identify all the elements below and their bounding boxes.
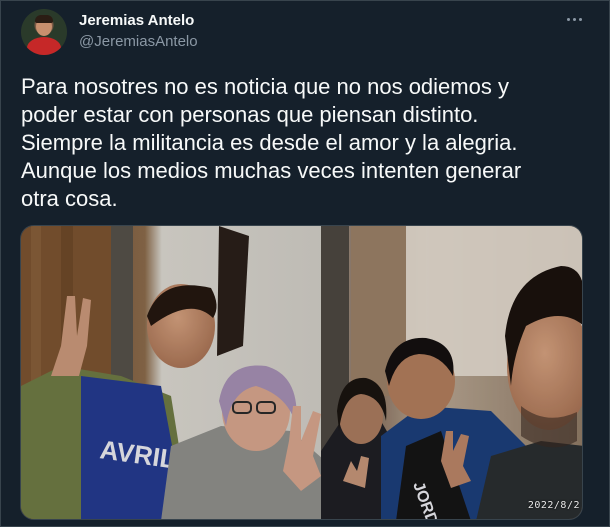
avatar-shirt — [27, 37, 61, 55]
tweet-card: Jeremias Antelo @JeremiasAntelo Para nos… — [0, 0, 610, 527]
tweet-text-line: Para nosotres no es noticia que no nos o… — [21, 74, 509, 99]
author-handle[interactable]: @JeremiasAntelo — [79, 33, 198, 50]
tweet-text-line: otra cosa. — [21, 186, 118, 211]
dot — [578, 17, 582, 21]
dot — [566, 17, 570, 21]
tweet-text: Para nosotres no es noticia que no nos o… — [21, 73, 596, 213]
dot — [572, 17, 576, 21]
tweet-text-line: poder estar con personas que piensan dis… — [21, 102, 479, 127]
photo-illustration: AVRIL JORDAN — [21, 226, 582, 519]
tweet-photo[interactable]: AVRIL JORDAN 2022/8/2 — [20, 225, 583, 520]
avatar[interactable] — [21, 9, 67, 55]
tweet-text-line: Siempre la militancia es desde el amor y… — [21, 130, 518, 155]
author-name[interactable]: Jeremias Antelo — [79, 12, 194, 29]
tweet-text-line: Aunque los medios muchas veces intenten … — [21, 158, 522, 183]
more-options-icon[interactable] — [561, 9, 587, 29]
photo-timestamp: 2022/8/2 — [527, 500, 580, 511]
avatar-hair — [35, 15, 53, 23]
